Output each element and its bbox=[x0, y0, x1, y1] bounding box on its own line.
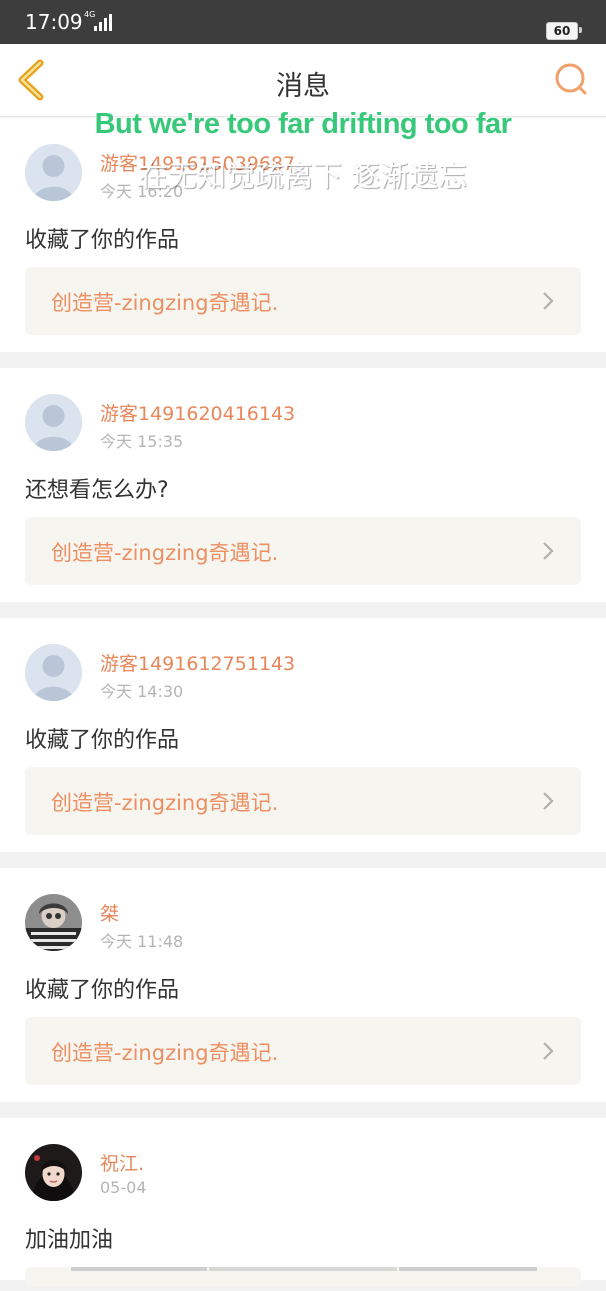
chevron-right-icon bbox=[543, 542, 554, 560]
message-text: 收藏了你的作品 bbox=[25, 978, 180, 1003]
work-link[interactable]: 创造营-zingzing奇遇记. bbox=[25, 517, 581, 585]
chevron-right-icon bbox=[543, 1042, 554, 1060]
work-title: 创造营-zingzing奇遇记. bbox=[51, 1041, 279, 1065]
message-text: 还想看怎么办? bbox=[25, 478, 169, 503]
network-type: 4G bbox=[84, 10, 96, 19]
notification-card: 桀 今天 11:48 收藏了你的作品 创造营-zingzing奇遇记. bbox=[0, 868, 606, 1102]
work-link[interactable]: 创造营-zingzing奇遇记. bbox=[25, 1017, 581, 1085]
notification-card: 游客1491620416143 今天 15:35 还想看怎么办? 创造营-zin… bbox=[0, 368, 606, 602]
message-text: 收藏了你的作品 bbox=[25, 228, 180, 253]
timestamp: 今天 14:30 bbox=[100, 682, 184, 701]
work-link[interactable]: 创造营-zingzing奇遇记. bbox=[25, 267, 581, 335]
chevron-right-icon bbox=[543, 792, 554, 810]
nav-bar: 消息 bbox=[0, 44, 606, 117]
avatar[interactable] bbox=[25, 644, 82, 701]
message-text: 收藏了你的作品 bbox=[25, 728, 180, 753]
work-title: 创造营-zingzing奇遇记. bbox=[51, 791, 279, 815]
battery-tip bbox=[579, 27, 582, 33]
signal-icon: 4G bbox=[84, 10, 114, 34]
avatar[interactable] bbox=[25, 894, 82, 951]
battery-icon: 60 bbox=[546, 22, 578, 40]
search-icon[interactable] bbox=[553, 62, 589, 98]
avatar[interactable] bbox=[25, 1144, 82, 1201]
username[interactable]: 祝江. bbox=[100, 1149, 144, 1176]
work-title: 创造营-zingzing奇遇记. bbox=[51, 541, 279, 565]
lyric-overlay-english: But we're too far drifting too far bbox=[94, 108, 512, 140]
timestamp: 今天 15:35 bbox=[100, 432, 184, 451]
timestamp: 05-04 bbox=[100, 1178, 147, 1197]
message-text: 加油加油 bbox=[25, 1228, 114, 1253]
status-time: 17:09 bbox=[25, 10, 83, 34]
username[interactable]: 游客1491612751143 bbox=[100, 649, 295, 676]
work-title: 创造营-zingzing奇遇记. bbox=[51, 291, 279, 315]
work-link[interactable] bbox=[25, 1267, 581, 1287]
status-bar: 17:09 4G 60 bbox=[0, 0, 606, 44]
work-link[interactable]: 创造营-zingzing奇遇记. bbox=[25, 767, 581, 835]
work-preview-strip bbox=[71, 1267, 537, 1271]
username[interactable]: 桀 bbox=[100, 899, 119, 926]
chevron-right-icon bbox=[543, 292, 554, 310]
timestamp: 今天 11:48 bbox=[100, 932, 184, 951]
page-title: 消息 bbox=[276, 71, 330, 102]
notification-card: 祝江. 05-04 加油加油 bbox=[0, 1118, 606, 1287]
lyric-overlay-chinese: 在无知觉疏离下 逐渐遗忘 bbox=[138, 159, 468, 193]
notification-card: 游客1491612751143 今天 14:30 收藏了你的作品 创造营-zin… bbox=[0, 618, 606, 852]
username[interactable]: 游客1491620416143 bbox=[100, 399, 295, 426]
avatar[interactable] bbox=[25, 394, 82, 451]
